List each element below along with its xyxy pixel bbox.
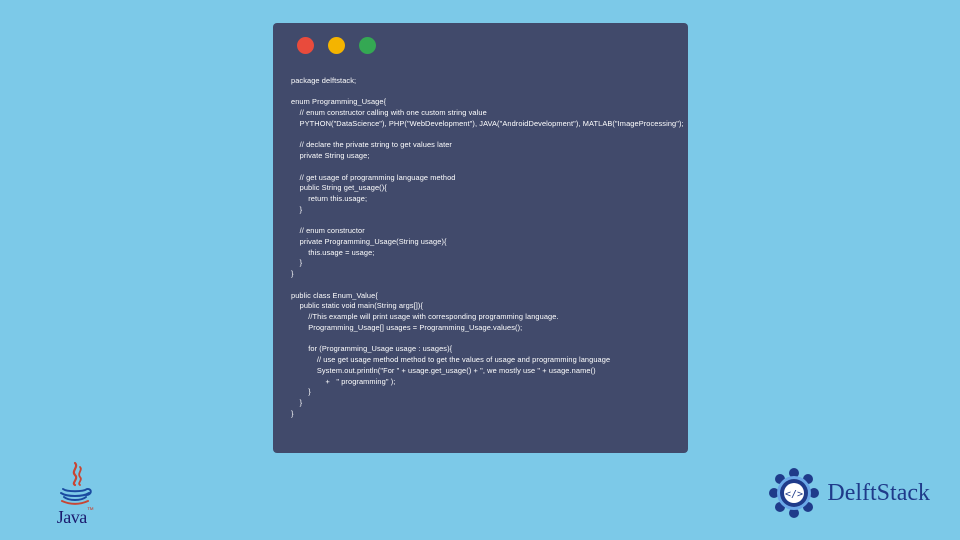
code-window: package delftstack; enum Programming_Usa… xyxy=(273,23,688,453)
close-icon xyxy=(297,37,314,54)
svg-text:</>: </> xyxy=(785,489,803,500)
java-word-text: Java xyxy=(57,507,87,527)
delftstack-wordmark: DelftStack xyxy=(827,480,930,507)
java-wordmark: Java™ xyxy=(45,507,105,528)
code-block: package delftstack; enum Programming_Usa… xyxy=(291,76,670,420)
delftstack-logo: </> DelftStack xyxy=(767,466,930,520)
window-traffic-lights xyxy=(291,37,670,54)
java-tm: ™ xyxy=(87,507,94,514)
java-steam-icon xyxy=(45,461,105,505)
minimize-icon xyxy=(328,37,345,54)
delftstack-emblem-icon: </> xyxy=(767,466,821,520)
java-logo: Java™ xyxy=(45,461,105,528)
maximize-icon xyxy=(359,37,376,54)
